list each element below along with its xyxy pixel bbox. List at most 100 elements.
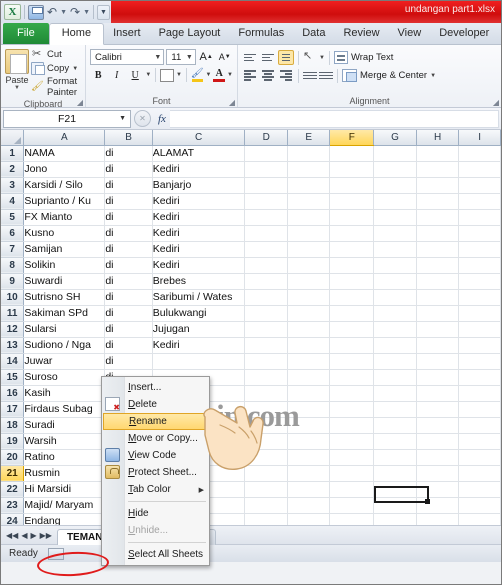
cell-A21[interactable]: Rusmin [23,465,106,482]
tab-page-layout[interactable]: Page Layout [150,24,230,44]
cell-B10[interactable]: di [104,289,153,306]
context-menu-item-protect-sheet[interactable]: Protect Sheet... [102,464,209,481]
cell-D2[interactable] [244,161,288,178]
cell-A1[interactable]: NAMA [23,145,106,162]
cell-C8[interactable]: Kediri [152,257,246,274]
cell-G23[interactable] [373,497,417,514]
nav-first-icon[interactable]: ◀◀ [6,531,18,540]
tab-data[interactable]: Data [293,24,334,44]
row-header-17[interactable]: 17 [1,401,25,418]
cell-H21[interactable] [416,465,460,482]
orientation-dropdown-icon[interactable]: ▼ [319,55,325,61]
redo-icon[interactable]: ↷ [70,6,80,18]
cell-D8[interactable] [244,257,288,274]
cell-H3[interactable] [416,177,460,194]
cell-H8[interactable] [416,257,460,274]
cell-F23[interactable] [329,497,375,514]
cell-H18[interactable] [416,417,460,434]
column-header-d[interactable]: D [244,130,288,146]
cell-B2[interactable]: di [104,161,153,178]
cell-E7[interactable] [287,241,331,258]
underline-button[interactable]: U [127,67,143,83]
cell-H12[interactable] [416,321,460,338]
cell-H2[interactable] [416,161,460,178]
row-header-9[interactable]: 9 [1,273,25,290]
cell-F18[interactable] [329,417,375,434]
cell-B9[interactable]: di [104,273,153,290]
cell-F5[interactable] [329,209,375,226]
cell-B11[interactable]: di [104,305,153,322]
merge-center-button[interactable]: Merge & Center ▼ [342,69,436,82]
cell-D15[interactable] [244,369,288,386]
cell-F14[interactable] [329,353,375,370]
cell-I23[interactable] [458,497,501,514]
cell-I14[interactable] [458,353,501,370]
cell-I5[interactable] [458,209,501,226]
cell-A17[interactable]: Firdaus Subag [23,401,106,418]
cell-B7[interactable]: di [104,241,153,258]
cell-H10[interactable] [416,289,460,306]
cell-B14[interactable]: di [104,353,153,370]
cell-E18[interactable] [287,417,331,434]
cell-H23[interactable] [416,497,460,514]
cell-B4[interactable]: di [104,193,153,210]
cell-I22[interactable] [458,481,501,498]
cell-F21[interactable] [329,465,375,482]
cell-C9[interactable]: Brebes [152,273,246,290]
cell-D12[interactable] [244,321,288,338]
cell-H13[interactable] [416,337,460,354]
row-header-3[interactable]: 3 [1,177,25,194]
cell-I10[interactable] [458,289,501,306]
cell-E10[interactable] [287,289,331,306]
cell-A19[interactable]: Warsih [23,433,106,450]
cell-G1[interactable] [373,145,417,162]
align-top-button[interactable] [242,50,258,65]
row-header-19[interactable]: 19 [1,433,25,450]
row-header-18[interactable]: 18 [1,417,25,434]
cell-A4[interactable]: Suprianto / Ku [23,193,106,210]
cell-E5[interactable] [287,209,331,226]
row-header-23[interactable]: 23 [1,497,25,514]
customize-qat-icon[interactable]: ▼ [97,4,110,20]
shrink-font-button[interactable]: A ▼ [216,49,233,65]
cell-G12[interactable] [373,321,417,338]
cell-E2[interactable] [287,161,331,178]
column-header-e[interactable]: E [287,130,331,146]
cell-E1[interactable] [287,145,331,162]
cell-F15[interactable] [329,369,375,386]
cell-G18[interactable] [373,417,417,434]
cell-E22[interactable] [287,481,331,498]
row-header-5[interactable]: 5 [1,209,25,226]
cell-G14[interactable] [373,353,417,370]
tab-home[interactable]: Home [48,23,105,45]
cell-G22[interactable] [373,481,417,498]
cell-H9[interactable] [416,273,460,290]
cell-H22[interactable] [416,481,460,498]
cell-C12[interactable]: Jujugan [152,321,246,338]
cell-E24[interactable] [287,513,331,525]
italic-button[interactable]: I [108,67,124,83]
cell-H24[interactable] [416,513,460,525]
orientation-icon[interactable] [303,49,317,64]
cell-A23[interactable]: Majid/ Maryam [23,497,106,514]
cell-G9[interactable] [373,273,417,290]
cell-D10[interactable] [244,289,288,306]
cell-H20[interactable] [416,449,460,466]
align-middle-vert-button[interactable] [260,50,276,65]
cell-E20[interactable] [287,449,331,466]
decrease-indent-icon[interactable] [303,69,317,82]
cell-E23[interactable] [287,497,331,514]
increase-indent-icon[interactable] [319,69,333,82]
row-header-4[interactable]: 4 [1,193,25,210]
cell-G16[interactable] [373,385,417,402]
row-header-7[interactable]: 7 [1,241,25,258]
cell-A16[interactable]: Kasih [23,385,106,402]
cell-F3[interactable] [329,177,375,194]
cell-C6[interactable]: Kediri [152,225,246,242]
cell-A13[interactable]: Sudiono / Nga [23,337,106,354]
cell-I15[interactable] [458,369,501,386]
cell-H19[interactable] [416,433,460,450]
cell-G6[interactable] [373,225,417,242]
cell-F24[interactable] [329,513,375,525]
tab-insert[interactable]: Insert [104,24,150,44]
